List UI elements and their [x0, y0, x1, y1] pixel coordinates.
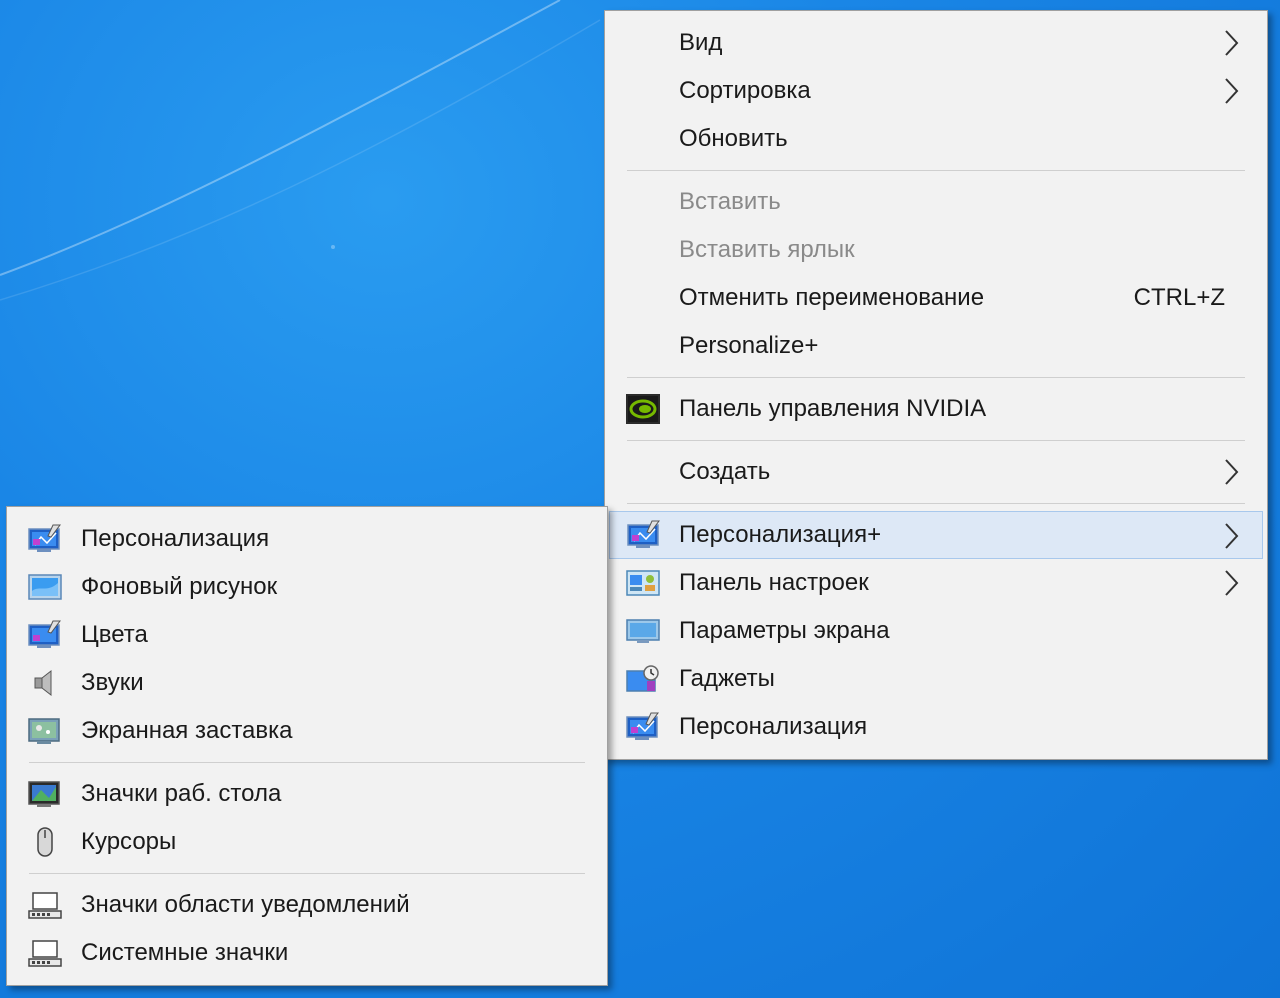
menu-item-label: Персонализация [679, 713, 868, 740]
menu-item-label: Системные значки [81, 939, 289, 966]
menu-item-sort[interactable]: Сортировка [605, 67, 1267, 115]
menu-separator [29, 873, 585, 874]
personalization-icon [625, 711, 661, 743]
chevron-right-icon [1225, 523, 1239, 549]
menu-separator [627, 377, 1245, 378]
speaker-icon [27, 667, 63, 699]
menu-item-nvidia-control-panel[interactable]: Панель управления NVIDIA [605, 385, 1267, 433]
menu-separator [627, 503, 1245, 504]
menu-item-view[interactable]: Вид [605, 19, 1267, 67]
menu-item-label: Экранная заставка [81, 717, 293, 744]
colors-icon [27, 619, 63, 651]
menu-item-label: Звуки [81, 669, 144, 696]
menu-item-label: Персонализация [81, 525, 270, 552]
menu-item-label: Вставить ярлык [679, 236, 855, 263]
personalization-submenu: Персонализация Фоновый рисунок Цвета Зву… [6, 506, 608, 986]
screensaver-icon [27, 715, 63, 747]
menu-separator [29, 762, 585, 763]
menu-item-label: Создать [679, 458, 771, 485]
submenu-item-system-icons[interactable]: Системные значки [7, 929, 607, 977]
menu-item-label: Цвета [81, 621, 148, 648]
control-panel-icon [625, 567, 661, 599]
menu-item-paste-shortcut[interactable]: Вставить ярлык [605, 226, 1267, 274]
menu-item-personalization-plus[interactable]: Персонализация+ [609, 511, 1263, 559]
menu-item-paste[interactable]: Вставить [605, 178, 1267, 226]
menu-item-gadgets[interactable]: Гаджеты [605, 655, 1267, 703]
menu-item-label: Значки раб. стола [81, 780, 282, 807]
menu-separator [627, 440, 1245, 441]
menu-item-label: Personalize+ [679, 332, 819, 359]
submenu-item-sounds[interactable]: Звуки [7, 659, 607, 707]
menu-item-new[interactable]: Создать [605, 448, 1267, 496]
desktop-context-menu: Вид Сортировка Обновить Вставить Вставит… [604, 10, 1268, 760]
menu-item-undo-rename[interactable]: Отменить переименование CTRL+Z [605, 274, 1267, 322]
menu-item-refresh[interactable]: Обновить [605, 115, 1267, 163]
menu-item-label: Сортировка [679, 77, 811, 104]
personalization-icon [626, 519, 662, 551]
gadgets-icon [625, 663, 661, 695]
personalization-icon [27, 523, 63, 555]
menu-item-label: Отменить переименование [679, 284, 985, 311]
chevron-right-icon [1225, 78, 1239, 104]
submenu-item-personalization[interactable]: Персонализация [7, 515, 607, 563]
display-icon [625, 615, 661, 647]
submenu-item-wallpaper[interactable]: Фоновый рисунок [7, 563, 607, 611]
wallpaper-icon [27, 571, 63, 603]
system-icons-icon [27, 937, 63, 969]
submenu-item-notification-area-icons[interactable]: Значки области уведомлений [7, 881, 607, 929]
menu-item-label: Панель настроек [679, 569, 869, 596]
menu-item-label: Фоновый рисунок [81, 573, 278, 600]
mouse-icon [27, 826, 63, 858]
chevron-right-icon [1225, 570, 1239, 596]
menu-item-label: Гаджеты [679, 665, 775, 692]
menu-item-label: Панель управления NVIDIA [679, 395, 987, 422]
submenu-item-colors[interactable]: Цвета [7, 611, 607, 659]
nvidia-icon [625, 393, 661, 425]
menu-item-label: Значки области уведомлений [81, 891, 410, 918]
menu-item-display-settings[interactable]: Параметры экрана [605, 607, 1267, 655]
menu-item-label: Параметры экрана [679, 617, 890, 644]
submenu-item-cursors[interactable]: Курсоры [7, 818, 607, 866]
menu-item-label: Вид [679, 29, 723, 56]
menu-item-personalize-plus-text[interactable]: Personalize+ [605, 322, 1267, 370]
desktop-icons-icon [27, 778, 63, 810]
menu-item-settings-panel[interactable]: Панель настроек [605, 559, 1267, 607]
chevron-right-icon [1225, 30, 1239, 56]
submenu-item-screensaver[interactable]: Экранная заставка [7, 707, 607, 755]
chevron-right-icon [1225, 459, 1239, 485]
menu-item-personalization[interactable]: Персонализация [605, 703, 1267, 751]
menu-item-label: Обновить [679, 125, 788, 152]
notification-icons-icon [27, 889, 63, 921]
menu-separator [627, 170, 1245, 171]
menu-item-label: Курсоры [81, 828, 177, 855]
submenu-item-desktop-icons[interactable]: Значки раб. стола [7, 770, 607, 818]
menu-item-label: Вставить [679, 188, 781, 215]
shortcut-label: CTRL+Z [1133, 284, 1225, 311]
menu-item-label: Персонализация+ [679, 521, 882, 548]
